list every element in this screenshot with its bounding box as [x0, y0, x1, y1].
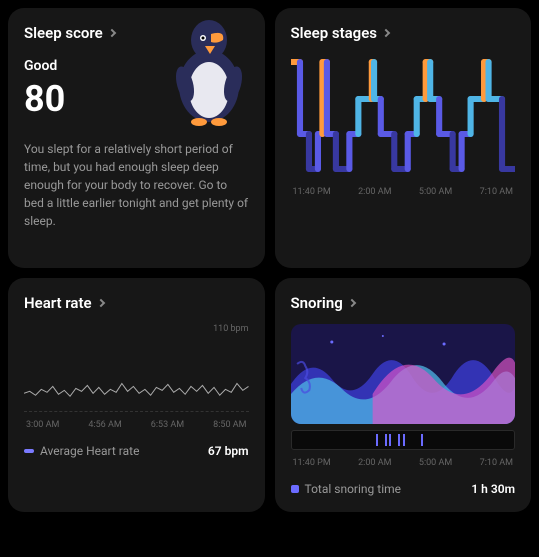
legend-color-icon: [24, 449, 34, 453]
heart-rate-legend: Average Heart rate 67 bpm: [24, 444, 249, 458]
heart-rate-header[interactable]: Heart rate: [24, 294, 249, 312]
axis-label: 3:00 AM: [26, 420, 59, 430]
sleep-score-description: You slept for a relatively short period …: [24, 140, 249, 230]
legend-color-icon: [291, 485, 299, 493]
snoring-legend-label: Total snoring time: [305, 482, 402, 496]
heart-rate-chart: [24, 352, 249, 412]
snore-event-tick: [385, 434, 387, 446]
sleep-stages-chart: [291, 54, 516, 179]
sleep-score-card: Sleep score Good 80 You slept for a rela…: [8, 8, 265, 268]
sleep-score-title: Sleep score: [24, 24, 103, 42]
sleep-stages-axis: 11:40 PM 2:00 AM 5:00 AM 7:10 AM: [291, 187, 516, 197]
penguin-icon: [165, 16, 253, 126]
sleep-stages-card: Sleep stages 11:40 PM 2:00 AM 5:00 AM 7:…: [275, 8, 532, 268]
snoring-header[interactable]: Snoring: [291, 294, 516, 312]
snore-event-tick: [389, 434, 391, 446]
axis-label: 5:00 AM: [419, 187, 452, 197]
axis-label: 8:50 AM: [213, 420, 246, 430]
heart-rate-legend-label: Average Heart rate: [40, 444, 139, 458]
sleep-stages-header[interactable]: Sleep stages: [291, 24, 516, 42]
snoring-axis: 11:40 PM 2:00 AM 5:00 AM 7:10 AM: [291, 458, 516, 468]
snore-event-tick: [398, 434, 400, 446]
chevron-right-icon: [347, 299, 355, 307]
snoring-title: Snoring: [291, 294, 343, 312]
chevron-right-icon: [96, 299, 104, 307]
chevron-right-icon: [107, 29, 115, 37]
heart-rate-axis: 3:00 AM 4:56 AM 6:53 AM 8:50 AM: [24, 420, 249, 430]
heart-rate-title: Heart rate: [24, 294, 92, 312]
snoring-card: Snoring 11:40 PM 2:00 AM 5:00 AM 7:10 AM: [275, 278, 532, 512]
snoring-legend: Total snoring time 1 h 30m: [291, 482, 516, 496]
heart-rate-legend-value: 67 bpm: [208, 444, 249, 458]
axis-label: 6:53 AM: [151, 420, 184, 430]
axis-label: 5:00 AM: [419, 458, 452, 468]
heart-rate-peak: 110 bpm: [24, 324, 249, 334]
snore-event-tick: [421, 434, 423, 446]
axis-label: 2:00 AM: [358, 458, 391, 468]
axis-label: 2:00 AM: [358, 187, 391, 197]
snoring-legend-value: 1 h 30m: [471, 482, 515, 496]
snoring-visual: [291, 324, 516, 424]
snore-event-tick: [403, 434, 405, 446]
snoring-timeline: [291, 430, 516, 450]
chevron-right-icon: [382, 29, 390, 37]
sleep-stages-title: Sleep stages: [291, 24, 377, 42]
axis-label: 7:10 AM: [480, 458, 513, 468]
axis-label: 11:40 PM: [293, 458, 331, 468]
axis-label: 11:40 PM: [293, 187, 331, 197]
heart-rate-card: Heart rate 110 bpm 3:00 AM 4:56 AM 6:53 …: [8, 278, 265, 512]
axis-label: 4:56 AM: [88, 420, 121, 430]
snore-event-tick: [376, 434, 378, 446]
axis-label: 7:10 AM: [480, 187, 513, 197]
